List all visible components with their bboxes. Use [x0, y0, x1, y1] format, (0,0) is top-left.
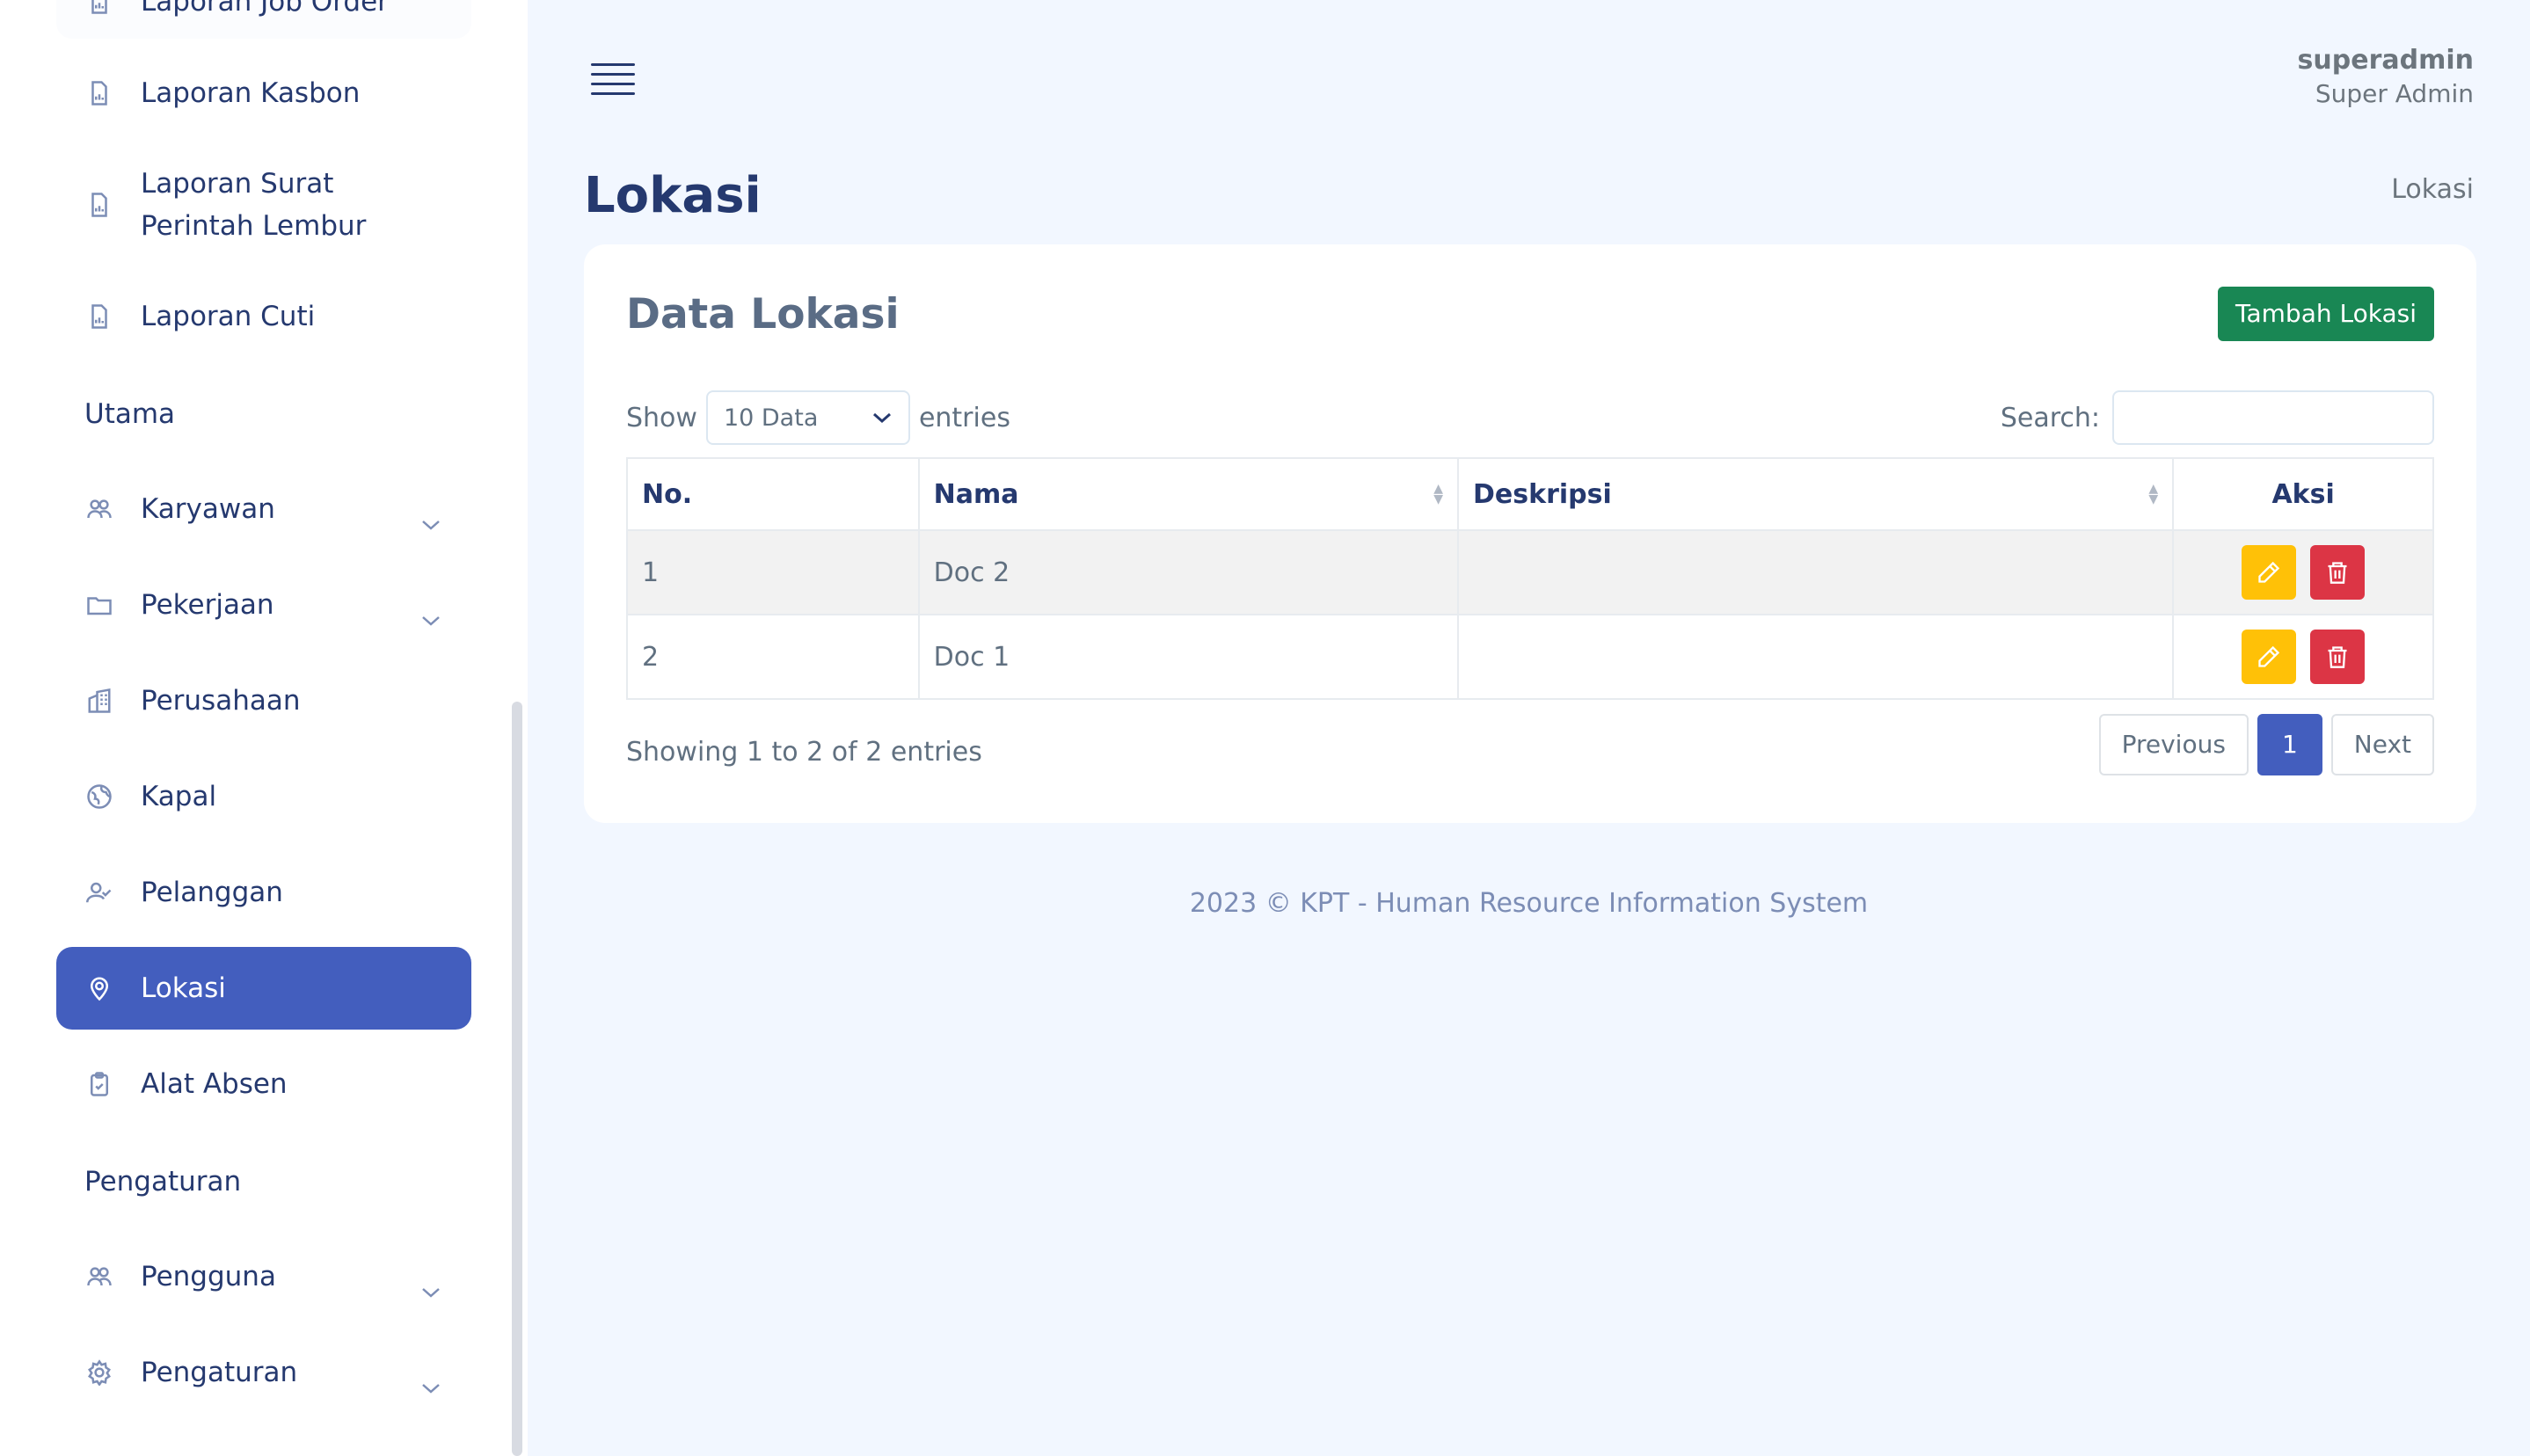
chevron-down-icon	[420, 1270, 441, 1298]
table-row: 1 Doc 2	[626, 529, 2434, 615]
sidebar-item-label: Lokasi	[141, 972, 226, 1004]
building-icon	[84, 686, 114, 716]
report-icon	[84, 190, 114, 220]
sidebar-item-label: Alat Absen	[141, 1068, 288, 1100]
people-icon	[84, 1262, 114, 1292]
table-row: 2 Doc 1	[626, 614, 2434, 700]
delete-button[interactable]	[2310, 630, 2366, 684]
sidebar-item-pengaturan[interactable]: Pengaturan	[56, 1331, 471, 1414]
entries-label: entries	[918, 402, 1010, 433]
entries-length-value: 10 Data	[723, 404, 819, 432]
sidebar-item-lokasi[interactable]: Lokasi	[56, 947, 471, 1030]
sidebar-item-perusahaan[interactable]: Perusahaan	[56, 659, 471, 742]
column-header-deskripsi[interactable]: Deskripsi ▲ ▼	[1457, 457, 2175, 531]
sidebar-item-alat-absen[interactable]: Alat Absen	[56, 1043, 471, 1125]
sidebar-item-label: Perusahaan	[141, 685, 301, 717]
table-header-row: No. Nama ▲ ▼ Deskripsi ▲ ▼ Aksi	[626, 457, 2434, 531]
entries-length-select[interactable]: 10 Data	[705, 390, 910, 445]
cell-nama: Doc 1	[917, 614, 1460, 700]
cell-nama: Doc 2	[917, 529, 1460, 615]
footer-text: 2023 © KPT - Human Resource Information …	[1189, 888, 1869, 919]
chevron-down-icon	[420, 1365, 441, 1394]
cell-no: 2	[626, 614, 920, 700]
column-header-nama[interactable]: Nama ▲ ▼	[917, 457, 1460, 531]
sidebar-item-laporan-surat-perintah-lembur[interactable]: Laporan Surat Perintah Lembur	[56, 148, 471, 262]
sidebar-section-pengaturan: Pengaturan	[84, 1166, 242, 1198]
edit-button[interactable]	[2242, 630, 2297, 684]
search-label: Search:	[2000, 402, 2100, 433]
sort-icon: ▲ ▼	[2148, 482, 2159, 506]
table-search: Search:	[2001, 390, 2434, 445]
globe-icon	[84, 782, 114, 812]
card-title: Data Lokasi	[626, 290, 900, 339]
sidebar-item-label: Laporan Surat Perintah Lembur	[141, 168, 367, 242]
pagination-previous[interactable]: Previous	[2098, 714, 2249, 775]
pagination-page-1[interactable]: 1	[2257, 714, 2322, 775]
sidebar-item-label: Laporan Cuti	[141, 301, 316, 332]
people-icon	[84, 494, 114, 524]
column-header-no[interactable]: No.	[626, 457, 920, 531]
sidebar-item-pengguna[interactable]: Pengguna	[56, 1235, 471, 1318]
person-check-icon	[84, 877, 114, 907]
delete-button[interactable]	[2310, 545, 2366, 600]
pencil-icon	[2258, 561, 2280, 583]
cell-aksi	[2172, 529, 2434, 615]
user-name: superadmin	[2297, 45, 2474, 76]
cell-deskripsi	[1457, 614, 2175, 700]
sidebar-item-karyawan[interactable]: Karyawan	[56, 468, 471, 550]
search-input[interactable]	[2112, 390, 2434, 445]
data-card: Data Lokasi Tambah Lokasi Show 10 Data e…	[584, 244, 2476, 823]
chevron-down-icon	[872, 412, 891, 424]
sidebar-item-pekerjaan[interactable]: Pekerjaan	[56, 564, 471, 646]
sidebar-item-label: Pekerjaan	[141, 589, 274, 621]
sidebar-item-label: Laporan Job Order	[141, 0, 389, 18]
sidebar-item-kapal[interactable]: Kapal	[56, 755, 471, 838]
chevron-down-icon	[420, 502, 441, 530]
table-info: Showing 1 to 2 of 2 entries	[626, 737, 982, 768]
sidebar-item-pelanggan[interactable]: Pelanggan	[56, 851, 471, 934]
report-icon	[84, 78, 114, 108]
page-title: Lokasi	[584, 167, 762, 224]
report-icon	[84, 302, 114, 331]
hamburger-menu-icon[interactable]	[591, 63, 635, 98]
geo-pin-icon	[84, 973, 114, 1003]
sidebar-item-laporan-kasbon[interactable]: Laporan Kasbon	[56, 52, 471, 135]
column-header-aksi: Aksi	[2172, 457, 2434, 531]
show-label: Show	[626, 402, 697, 433]
pencil-icon	[2258, 645, 2280, 667]
sidebar-scrollbar[interactable]	[512, 702, 522, 1456]
pagination: Previous 1 Next	[2090, 714, 2434, 775]
cell-deskripsi	[1457, 529, 2175, 615]
user-role: Super Admin	[2315, 79, 2474, 108]
folder-icon	[84, 590, 114, 620]
sidebar-menu: Laporan Job Order Laporan Kasbon Laporan…	[56, 0, 471, 1427]
add-location-button[interactable]: Tambah Lokasi	[2218, 287, 2434, 341]
gear-icon	[84, 1358, 114, 1387]
sidebar-item-label: Pengguna	[141, 1261, 276, 1292]
trash-icon	[2328, 646, 2347, 668]
sidebar-item-label: Pelanggan	[141, 877, 283, 908]
breadcrumb: Lokasi	[2391, 174, 2474, 205]
data-table: No. Nama ▲ ▼ Deskripsi ▲ ▼ Aksi 1 Doc 2 2 Do…	[626, 457, 2434, 700]
sidebar: Laporan Job Order Laporan Kasbon Laporan…	[0, 0, 528, 1456]
cell-aksi	[2172, 614, 2434, 700]
edit-button[interactable]	[2242, 545, 2297, 600]
cell-no: 1	[626, 529, 920, 615]
report-icon	[84, 0, 114, 17]
chevron-down-icon	[420, 598, 441, 626]
sidebar-item-label: Karyawan	[141, 493, 275, 525]
pagination-next[interactable]: Next	[2330, 714, 2434, 775]
sidebar-item-laporan-job-order[interactable]: Laporan Job Order	[56, 0, 471, 39]
sidebar-item-label: Laporan Kasbon	[141, 77, 361, 109]
sort-icon: ▲ ▼	[1433, 482, 1444, 506]
sidebar-item-label: Kapal	[141, 781, 217, 812]
entries-length: Show 10 Data entries	[626, 390, 1010, 445]
sidebar-item-label: Pengaturan	[141, 1357, 298, 1388]
sidebar-section-utama: Utama	[84, 398, 176, 430]
trash-icon	[2328, 562, 2347, 584]
sidebar-item-laporan-cuti[interactable]: Laporan Cuti	[56, 275, 471, 358]
clipboard-check-icon	[84, 1069, 114, 1099]
user-menu[interactable]: superadmin Super Admin	[2298, 44, 2474, 111]
